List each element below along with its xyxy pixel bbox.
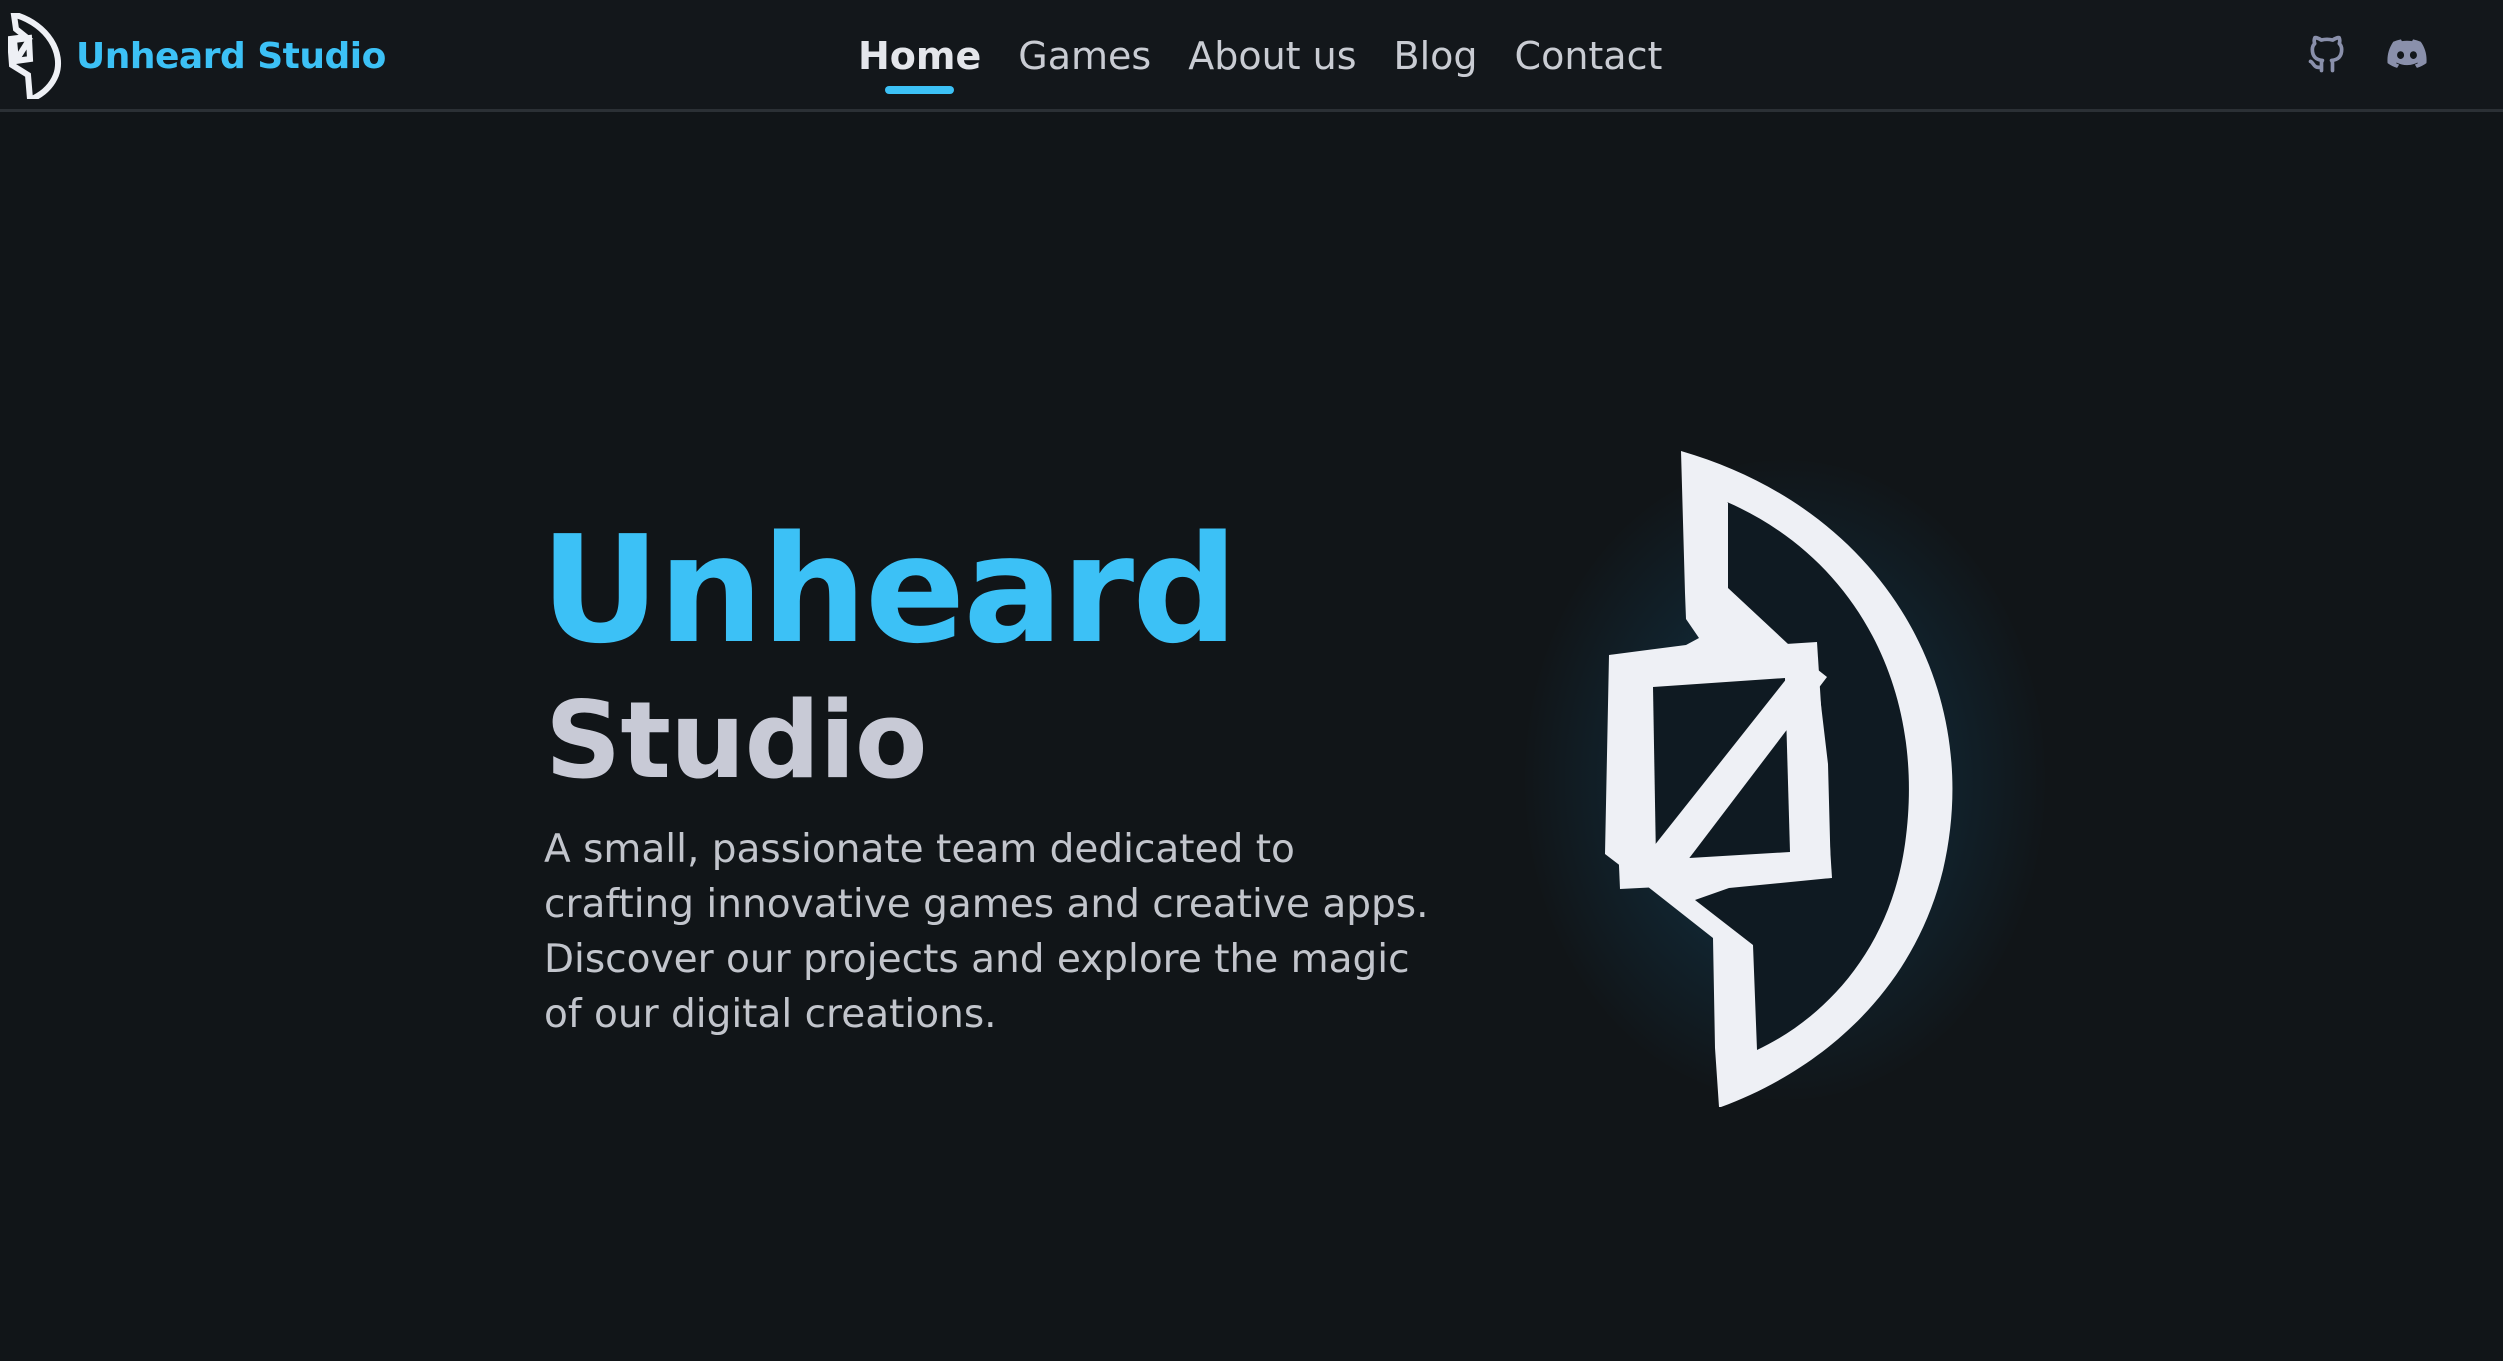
nav-home[interactable]: Home [858, 22, 982, 94]
hero-description: A small, passionate team dedicated to cr… [544, 827, 1429, 1037]
nav-contact[interactable]: Contact [1515, 22, 1663, 90]
unheard-studio-logo-icon [8, 13, 61, 99]
discord-link[interactable] [2385, 32, 2429, 76]
discord-icon [2387, 39, 2427, 68]
brand-name: Unheard Studio [76, 35, 386, 77]
nav-blog[interactable]: Blog [1394, 22, 1478, 90]
nav-contact-label: Contact [1514, 34, 1663, 78]
nav-blog-label: Blog [1393, 34, 1478, 78]
github-icon [2308, 35, 2344, 73]
nav-games-label: Games [1018, 34, 1152, 78]
brand-home-link[interactable]: Unheard Studio [8, 12, 386, 100]
nav-about-us[interactable]: About us [1188, 22, 1356, 90]
active-nav-indicator [885, 86, 955, 94]
nav-about-us-label: About us [1188, 34, 1357, 78]
github-link[interactable] [2305, 32, 2349, 76]
hero-subtitle: Studio [545, 679, 928, 802]
hero-logo [1465, 370, 2105, 1190]
nav-home-label: Home [858, 34, 982, 78]
unheard-studio-logo-icon [1605, 451, 1953, 1107]
nav-games[interactable]: Games [1018, 22, 1151, 90]
top-navbar: Unheard Studio Home Games About us Blog … [0, 0, 2503, 112]
hero-title: Unheard [540, 504, 1238, 676]
main-nav: Home Games About us Blog Contact [858, 22, 1699, 94]
